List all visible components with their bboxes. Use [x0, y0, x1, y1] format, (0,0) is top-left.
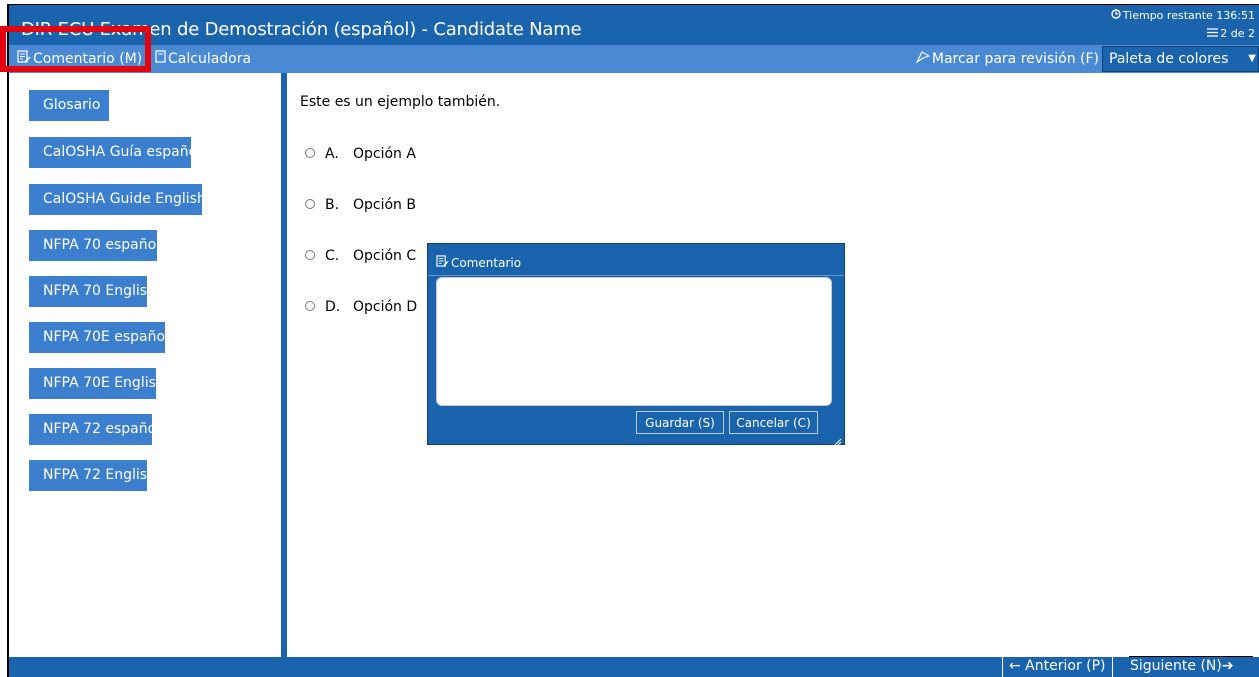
option-a[interactable]: A. Opción A: [305, 146, 416, 162]
radio-button[interactable]: [305, 301, 315, 311]
time-remaining-text: Tiempo restante 136:51: [1122, 9, 1255, 22]
toolbar: Comentario (M) Calculadora Marcar para r…: [9, 45, 1259, 73]
option-d[interactable]: D. Opción D: [305, 299, 417, 315]
option-text: Opción D: [353, 299, 418, 315]
mark-for-review-label: Marcar para revisión (F): [931, 51, 1099, 67]
title-bar: DIR ECU Examen de Demostración (español)…: [9, 5, 1259, 45]
option-letter: C.: [325, 248, 340, 264]
option-letter: D.: [325, 299, 341, 315]
sidebar-item-calosha-english[interactable]: CalOSHA Guide English: [29, 184, 206, 215]
sidebar-item-glossary[interactable]: Glosario: [29, 90, 109, 121]
sidebar-item-nfpa72-english[interactable]: NFPA 72 English: [29, 460, 156, 491]
time-remaining: Tiempo restante 136:51: [1111, 9, 1255, 22]
option-b[interactable]: B. Opción B: [305, 197, 416, 213]
question-counter-text: 2 de 2: [1220, 27, 1255, 40]
flag-icon: [915, 50, 931, 67]
question-text: Este es un ejemplo también.: [300, 94, 501, 110]
clock-icon: [1111, 9, 1121, 22]
dropdown-arrow-icon: ▼: [1248, 53, 1256, 64]
comment-icon: [436, 255, 449, 270]
calculator-button[interactable]: Calculadora: [155, 50, 251, 67]
resize-grip-icon[interactable]: [832, 432, 842, 447]
reference-sidebar: Glosario CalOSHA Guía español CalOSHA Gu…: [9, 73, 281, 657]
option-letter: A.: [325, 146, 339, 162]
comment-dialog-title: Comentario: [451, 256, 522, 270]
sidebar-item-calosha-spanish[interactable]: CalOSHA Guía español: [29, 137, 201, 168]
sidebar-item-nfpa70-spanish[interactable]: NFPA 70 español: [29, 230, 160, 261]
color-palette-select[interactable]: Paleta de colores ▼: [1102, 46, 1259, 72]
navigation-footer: ← Anterior (P) Siguiente (N)➔: [9, 657, 1259, 677]
radio-button[interactable]: [305, 250, 315, 260]
option-text: Opción C: [353, 248, 417, 264]
save-button[interactable]: Guardar (S): [636, 411, 724, 434]
previous-button[interactable]: ← Anterior (P): [1002, 657, 1113, 677]
option-text: Opción A: [353, 146, 416, 162]
list-icon: [1207, 27, 1219, 40]
calculator-button-label: Calculadora: [168, 51, 252, 67]
option-letter: B.: [325, 197, 340, 213]
comment-dialog: Comentario Guardar (S) Cancelar (C): [427, 243, 845, 447]
radio-button[interactable]: [305, 148, 315, 158]
radio-button[interactable]: [305, 199, 315, 209]
footer-divider: [1129, 656, 1253, 657]
mark-for-review-button[interactable]: Marcar para revisión (F): [915, 50, 1099, 67]
option-text: Opción B: [353, 197, 416, 213]
color-palette-label: Paleta de colores: [1109, 51, 1229, 67]
question-counter: 2 de 2: [1207, 27, 1255, 40]
next-button[interactable]: Siguiente (N)➔: [1126, 657, 1238, 677]
sidebar-item-nfpa72-spanish[interactable]: NFPA 72 español: [29, 414, 160, 445]
comment-textarea[interactable]: [436, 277, 832, 406]
option-c[interactable]: C. Opción C: [305, 248, 416, 264]
comment-dialog-header[interactable]: Comentario: [428, 244, 844, 276]
highlight-box: [0, 26, 151, 72]
sidebar-item-nfpa70-english[interactable]: NFPA 70 English: [29, 276, 156, 307]
sidebar-item-nfpa70e-spanish[interactable]: NFPA 70E español: [29, 322, 169, 353]
calculator-icon: [155, 50, 166, 67]
cancel-button[interactable]: Cancelar (C): [729, 411, 818, 434]
sidebar-item-nfpa70e-english[interactable]: NFPA 70E English: [29, 368, 165, 399]
